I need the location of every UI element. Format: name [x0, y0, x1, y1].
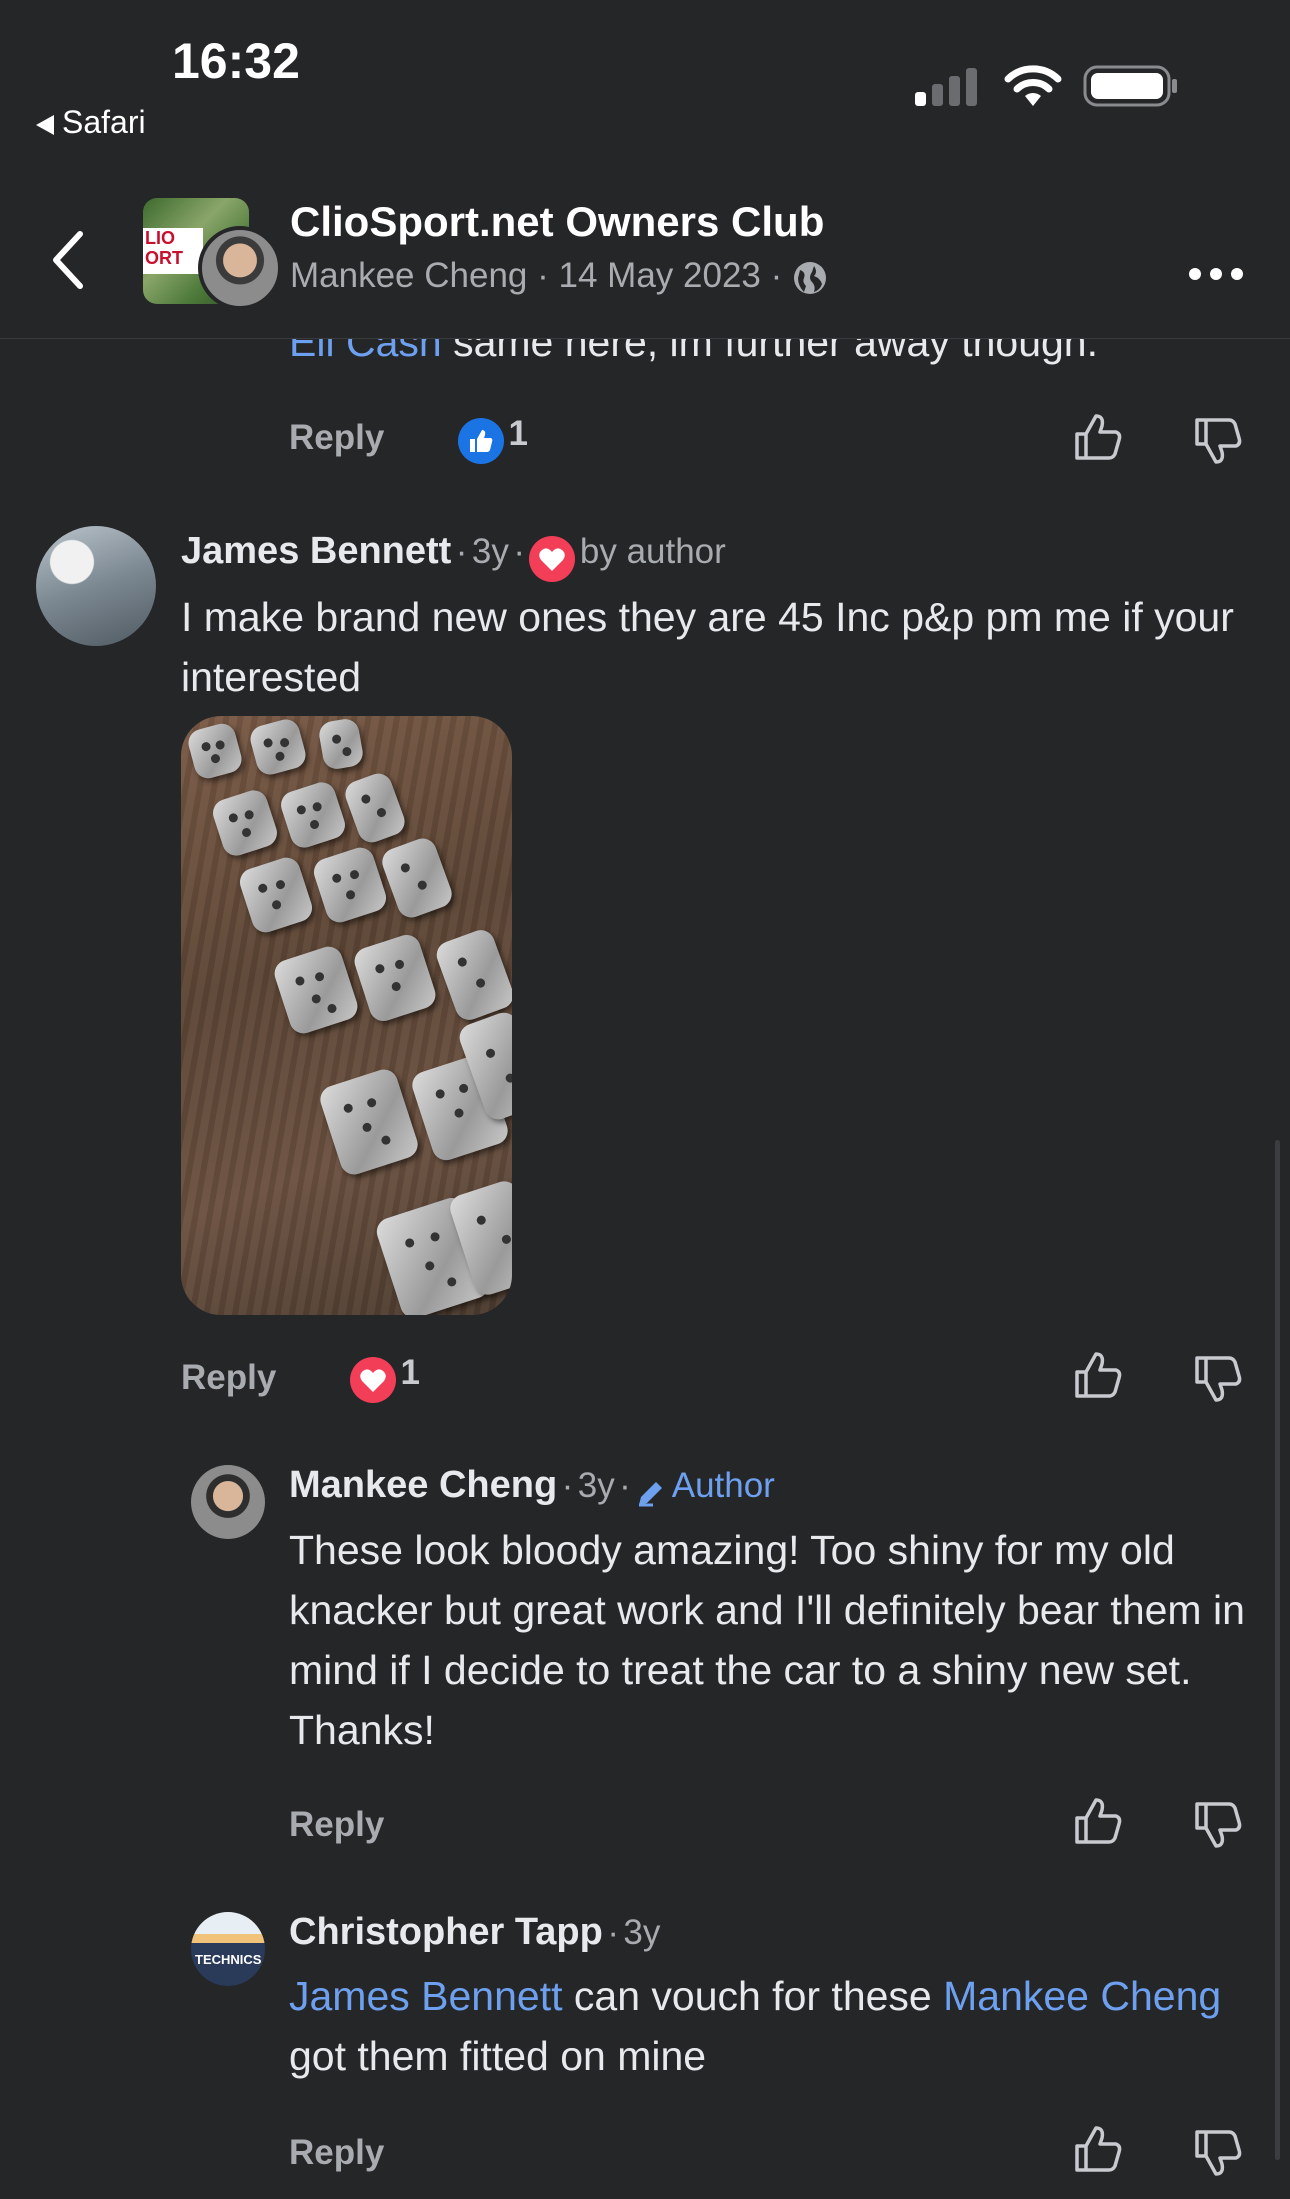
avatar[interactable] [191, 1465, 265, 1539]
post-author[interactable]: Mankee Cheng [290, 256, 527, 295]
wifi-icon [1004, 65, 1062, 106]
group-title[interactable]: ClioSport.net Owners Club [290, 198, 824, 246]
more-horizontal-icon [1189, 268, 1243, 280]
comment-text-part: got them fitted on mine [289, 2033, 707, 2079]
meta-separator: · [455, 532, 468, 571]
post-meta: Mankee Cheng · 14 May 2023 · [290, 256, 828, 296]
like-reaction-icon [458, 417, 504, 464]
comment-text-part: can vouch for these [562, 1973, 944, 2019]
battery-icon [1083, 65, 1177, 107]
meta-separator: · [770, 256, 783, 295]
author-badge: Author [671, 1466, 775, 1505]
back-to-safari-link[interactable]: Safari [36, 104, 146, 141]
reply-button[interactable]: Reply [289, 2133, 384, 2173]
reaction-count: 1 [508, 414, 528, 453]
meta-separator: · [513, 532, 525, 571]
thumbs-up-icon[interactable] [1072, 1350, 1124, 1402]
reply-button[interactable]: Reply [289, 1805, 384, 1845]
heart-icon [529, 535, 576, 582]
globe-icon [794, 261, 827, 294]
commenter-name[interactable]: Mankee Cheng [289, 1464, 557, 1506]
mention-link[interactable]: Mankee Cheng [943, 1973, 1221, 2019]
thumbs-up-icon[interactable] [1072, 1796, 1124, 1848]
thumbs-up-icon[interactable] [1072, 2124, 1124, 2176]
reaction-count: 1 [400, 1353, 420, 1392]
commenter-name[interactable]: Christopher Tapp [289, 1911, 603, 1953]
comment-time: 3y [577, 1466, 615, 1505]
comment-time: 3y [623, 1913, 661, 1952]
liked-by-author-badge: by author [579, 532, 726, 571]
reply-button[interactable]: Reply [289, 418, 384, 458]
mention-link[interactable]: James Bennett [289, 1973, 563, 2019]
status-time: 16:32 [172, 33, 300, 89]
more-options-button[interactable] [1188, 246, 1244, 291]
comment-header: James Bennett · 3y · by author [181, 530, 726, 582]
post-date[interactable]: 14 May 2023 [559, 256, 761, 295]
reaction-summary[interactable]: 1 [458, 414, 528, 464]
meta-separator: · [619, 1466, 631, 1505]
back-app-label: Safari [62, 104, 146, 140]
avatar-label: TECHNICS [195, 1952, 262, 1967]
comment-text: These look bloody amazing! Too shiny for… [289, 1527, 1245, 1753]
thumbs-down-icon[interactable] [1192, 1798, 1244, 1850]
chevron-left-icon[interactable] [50, 230, 86, 290]
group-logo: LIO ORT [143, 228, 203, 274]
comment-header: Mankee Cheng · 3y · Author [289, 1464, 775, 1509]
thumbs-up-icon[interactable] [1072, 412, 1124, 464]
commenter-name[interactable]: James Bennett [181, 530, 451, 572]
thumbs-down-icon[interactable] [1192, 2126, 1244, 2178]
meta-separator: · [607, 1913, 619, 1952]
avatar[interactable]: TECHNICS [191, 1912, 265, 1986]
back-triangle-icon [36, 114, 54, 135]
reaction-summary[interactable]: 1 [350, 1353, 420, 1403]
pencil-icon [639, 1481, 663, 1507]
meta-separator: · [561, 1466, 574, 1505]
comment-text: James Bennett can vouch for these Mankee… [289, 1966, 1249, 2086]
comment-header: Christopher Tapp · 3y [289, 1911, 660, 1954]
heart-reaction-icon [350, 1356, 396, 1403]
comment-text: I make brand new ones they are 45 Inc p&… [181, 594, 1234, 700]
meta-separator: · [537, 256, 549, 295]
thumbs-down-icon[interactable] [1192, 414, 1244, 466]
post-header: LIO ORT ClioSport.net Owners Club Mankee … [0, 170, 1290, 339]
scrollbar[interactable] [1275, 1140, 1280, 2160]
reply-button[interactable]: Reply [181, 1358, 276, 1398]
thumbs-down-icon[interactable] [1192, 1352, 1244, 1404]
comment-time: 3y [471, 532, 509, 571]
avatar[interactable] [36, 526, 156, 646]
author-avatar[interactable] [198, 226, 282, 310]
signal-icon [915, 68, 977, 106]
comment-photo[interactable] [181, 716, 512, 1315]
